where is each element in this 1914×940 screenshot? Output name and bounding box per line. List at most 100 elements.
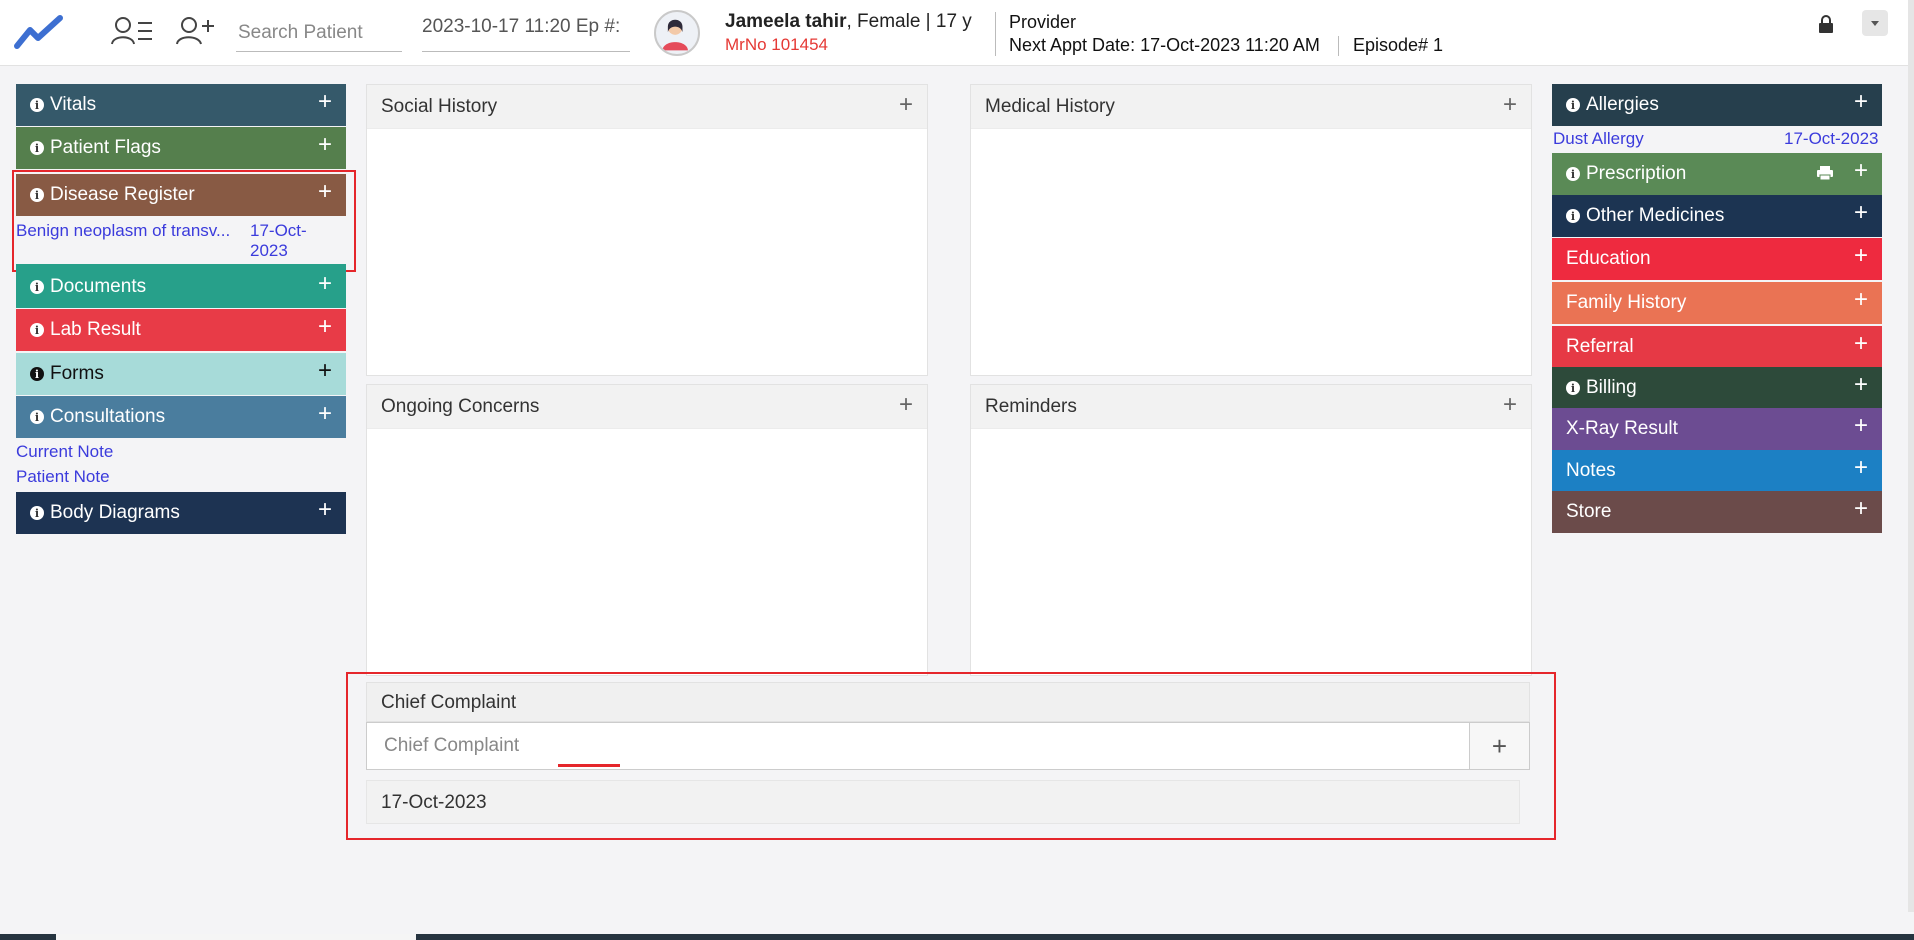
billing-panel[interactable]: i Billing +	[1552, 367, 1882, 409]
add-prescription-icon[interactable]: +	[1854, 159, 1868, 183]
add-reminder-icon[interactable]: +	[1503, 393, 1517, 417]
lab-result-panel[interactable]: i Lab Result +	[16, 309, 346, 351]
info-icon[interactable]: i	[30, 410, 44, 424]
episode-number: Episode# 1	[1353, 35, 1444, 55]
search-patient-input[interactable]	[236, 14, 402, 52]
add-store-icon[interactable]: +	[1854, 497, 1868, 521]
education-panel[interactable]: Education +	[1552, 238, 1882, 280]
add-consultation-icon[interactable]: +	[318, 402, 332, 426]
documents-panel[interactable]: i Documents +	[16, 266, 346, 308]
body-diagrams-panel[interactable]: i Body Diagrams +	[16, 492, 346, 534]
xray-result-panel[interactable]: X-Ray Result +	[1552, 408, 1882, 450]
disease-register-highlight	[12, 170, 356, 272]
billing-label: Billing	[1586, 377, 1637, 398]
documents-label: Documents	[50, 276, 147, 297]
add-family-history-icon[interactable]: +	[1854, 288, 1868, 312]
add-form-icon[interactable]: +	[318, 359, 332, 383]
app-logo-icon[interactable]	[14, 12, 64, 50]
vitals-label: Vitals	[50, 94, 97, 115]
patient-name: Jameela tahir, Female | 17 y	[725, 11, 972, 33]
prescription-label: Prescription	[1586, 163, 1687, 184]
store-label: Store	[1566, 501, 1612, 522]
add-ongoing-concern-icon[interactable]: +	[899, 393, 913, 417]
info-icon[interactable]: i	[30, 367, 44, 381]
top-header: 2023-10-17 11:20 Ep #: Jameela tahir, Fe…	[0, 0, 1908, 66]
taskbar-active-segment	[56, 934, 416, 940]
add-billing-icon[interactable]: +	[1854, 373, 1868, 397]
consultations-panel[interactable]: i Consultations +	[16, 396, 346, 438]
info-icon[interactable]: i	[30, 98, 44, 112]
reminders-card: Reminders +	[970, 384, 1532, 676]
ongoing-concerns-header: Ongoing Concerns +	[367, 385, 927, 429]
info-icon[interactable]: i	[30, 506, 44, 520]
patient-name-text: Jameela tahir	[725, 11, 847, 32]
patient-flags-panel[interactable]: i Patient Flags +	[16, 127, 346, 169]
patient-mrno: MrNo 101454	[725, 35, 829, 54]
notes-label: Notes	[1566, 460, 1616, 481]
other-medicines-label: Other Medicines	[1586, 205, 1725, 226]
medical-history-title: Medical History	[985, 96, 1115, 117]
add-medical-history-icon[interactable]: +	[1503, 93, 1517, 117]
date-episode-field[interactable]: 2023-10-17 11:20 Ep #:	[422, 14, 630, 52]
prescription-panel[interactable]: i Prescription +	[1552, 153, 1882, 195]
add-body-diagram-icon[interactable]: +	[318, 498, 332, 522]
info-icon[interactable]: i	[30, 323, 44, 337]
provider-label: Provider	[1009, 12, 1077, 32]
info-icon[interactable]: i	[1566, 98, 1580, 112]
info-icon[interactable]: i	[1566, 209, 1580, 223]
add-allergy-icon[interactable]: +	[1854, 90, 1868, 114]
other-medicines-panel[interactable]: i Other Medicines +	[1552, 195, 1882, 237]
store-panel[interactable]: Store +	[1552, 491, 1882, 533]
info-icon[interactable]: i	[1566, 167, 1580, 181]
allergy-item-link[interactable]: Dust Allergy	[1553, 129, 1644, 149]
reminders-header: Reminders +	[971, 385, 1531, 429]
patient-note-link[interactable]: Patient Note	[16, 467, 110, 487]
add-lab-result-icon[interactable]: +	[318, 315, 332, 339]
patient-details: , Female | 17 y	[846, 11, 972, 32]
lock-icon[interactable]	[1815, 13, 1837, 35]
forms-panel[interactable]: i Forms +	[16, 353, 346, 395]
social-history-title: Social History	[381, 96, 498, 117]
reminders-title: Reminders	[985, 396, 1077, 417]
add-other-medicine-icon[interactable]: +	[1854, 201, 1868, 225]
header-divider	[1338, 36, 1339, 56]
printer-icon[interactable]	[1816, 165, 1834, 181]
next-appt-label: Next Appt Date	[1009, 35, 1131, 55]
body-diagrams-label: Body Diagrams	[50, 502, 180, 523]
info-icon[interactable]: i	[30, 280, 44, 294]
lab-result-label: Lab Result	[50, 319, 141, 340]
ongoing-concerns-title: Ongoing Concerns	[381, 396, 540, 417]
patient-flags-label: Patient Flags	[50, 137, 161, 158]
next-appt-value: : 17-Oct-2023 11:20 AM	[1130, 35, 1320, 55]
xray-result-label: X-Ray Result	[1566, 418, 1678, 439]
family-history-label: Family History	[1566, 292, 1687, 313]
add-patient-flag-icon[interactable]: +	[318, 133, 332, 157]
vitals-panel[interactable]: i Vitals +	[16, 84, 346, 126]
avatar	[654, 10, 700, 56]
add-document-icon[interactable]: +	[318, 272, 332, 296]
referral-label: Referral	[1566, 336, 1634, 357]
add-patient-icon[interactable]	[174, 14, 218, 48]
social-history-header: Social History +	[367, 85, 927, 129]
add-social-history-icon[interactable]: +	[899, 93, 913, 117]
allergies-panel[interactable]: i Allergies +	[1552, 84, 1882, 126]
add-referral-icon[interactable]: +	[1854, 332, 1868, 356]
social-history-card: Social History +	[366, 84, 928, 376]
add-education-icon[interactable]: +	[1854, 244, 1868, 268]
medical-history-card: Medical History +	[970, 84, 1532, 376]
education-label: Education	[1566, 248, 1651, 269]
chevron-down-icon	[1871, 21, 1879, 26]
bottom-taskbar	[0, 934, 1914, 940]
current-note-link[interactable]: Current Note	[16, 442, 113, 462]
header-dropdown-button[interactable]	[1862, 10, 1888, 36]
add-xray-result-icon[interactable]: +	[1854, 414, 1868, 438]
page-scrollbar[interactable]	[1908, 0, 1914, 912]
info-icon[interactable]: i	[1566, 381, 1580, 395]
add-note-icon[interactable]: +	[1854, 456, 1868, 480]
referral-panel[interactable]: Referral +	[1552, 326, 1882, 368]
info-icon[interactable]: i	[30, 141, 44, 155]
patient-list-icon[interactable]	[110, 14, 154, 48]
add-vitals-icon[interactable]: +	[318, 90, 332, 114]
family-history-panel[interactable]: Family History +	[1552, 282, 1882, 324]
notes-panel[interactable]: Notes +	[1552, 450, 1882, 492]
